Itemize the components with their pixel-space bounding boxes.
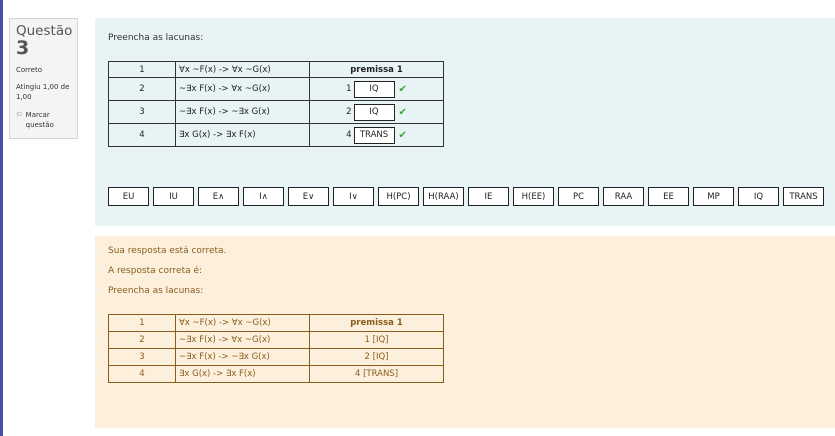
line-number: 3 — [108, 348, 176, 366]
flag-label[interactable]: Marcar questão — [26, 110, 71, 130]
correct-message: Sua resposta está correta. — [108, 246, 227, 256]
question-grade: Atingiu 1,00 de 1,00 — [16, 83, 70, 101]
justification: 2 IQ ✔ — [309, 100, 444, 124]
justification: 1 IQ ✔ — [309, 77, 444, 101]
justification: 4 TRANS ✔ — [309, 123, 444, 147]
right-answer-label: A resposta correta é: — [108, 266, 203, 276]
formula: ~∃x F(x) -> ∀x ~G(x) — [175, 77, 310, 101]
choice-chip[interactable]: E∧ — [198, 187, 239, 206]
choice-chips: EU IU E∧ I∧ E∨ I∨ H(PC) H(RAA) IE H(EE) … — [108, 187, 828, 206]
flag-question-link[interactable]: ⚐ Marcar questão — [16, 110, 71, 130]
reference-number: 1 — [346, 84, 352, 94]
choice-chip[interactable]: E∨ — [288, 187, 329, 206]
choice-chip[interactable]: H(RAA) — [423, 187, 464, 206]
line-number: 2 — [108, 77, 176, 101]
reference-number: 2 — [346, 107, 352, 117]
choice-chip[interactable]: RAA — [603, 187, 644, 206]
justification: premissa 1 — [309, 61, 444, 78]
choice-chip[interactable]: I∨ — [333, 187, 374, 206]
check-icon: ✔ — [398, 129, 407, 141]
table-row: 3 ~∃x F(x) -> ~∃x G(x) 2 IQ ✔ — [108, 100, 444, 124]
reference-number: 4 — [346, 130, 352, 140]
table-row: 2 ~∃x F(x) -> ∀x ~G(x) 1 [IQ] — [108, 331, 444, 349]
formula: ~∃x F(x) -> ~∃x G(x) — [175, 100, 310, 124]
formula: ~∃x F(x) -> ~∃x G(x) — [175, 348, 310, 366]
table-row: 4 ∃x G(x) -> ∃x F(x) 4 [TRANS] — [108, 365, 444, 383]
feedback-prompt: Preencha as lacunas: — [108, 286, 204, 296]
table-row: 3 ~∃x F(x) -> ~∃x G(x) 2 [IQ] — [108, 348, 444, 366]
line-number: 3 — [108, 100, 176, 124]
feedback-area: Sua resposta está correta. A resposta co… — [95, 236, 835, 428]
line-number: 1 — [108, 61, 176, 78]
choice-chip[interactable]: IU — [153, 187, 194, 206]
formula: ∀x ~F(x) -> ∀x ~G(x) — [175, 314, 310, 332]
choice-chip[interactable]: EU — [108, 187, 149, 206]
left-accent-bar — [0, 0, 3, 436]
table-row: 4 ∃x G(x) -> ∃x F(x) 4 TRANS ✔ — [108, 123, 444, 147]
choice-chip[interactable]: EE — [648, 187, 689, 206]
formula: ~∃x F(x) -> ∀x ~G(x) — [175, 331, 310, 349]
justification: premissa 1 — [309, 314, 444, 332]
formula: ∃x G(x) -> ∃x F(x) — [175, 365, 310, 383]
table-row: 1 ∀x ~F(x) -> ∀x ~G(x) premissa 1 — [108, 314, 444, 332]
question-info-box: Questão 3 Correto Atingiu 1,00 de 1,00 ⚐… — [9, 18, 78, 139]
table-row: 2 ~∃x F(x) -> ∀x ~G(x) 1 IQ ✔ — [108, 77, 444, 101]
drop-zone[interactable]: IQ — [353, 80, 395, 98]
question-state: Correto — [16, 66, 42, 74]
line-number: 4 — [108, 365, 176, 383]
proof-table: 1 ∀x ~F(x) -> ∀x ~G(x) premissa 1 2 ~∃x … — [108, 61, 444, 147]
line-number: 4 — [108, 123, 176, 147]
choice-chip[interactable]: IE — [468, 187, 509, 206]
choice-chip[interactable]: H(PC) — [378, 187, 419, 206]
line-number: 1 — [108, 314, 176, 332]
drop-zone[interactable]: IQ — [353, 103, 395, 121]
table-row: 1 ∀x ~F(x) -> ∀x ~G(x) premissa 1 — [108, 61, 444, 78]
justification: 1 [IQ] — [309, 331, 444, 349]
drop-zone[interactable]: TRANS — [353, 126, 395, 144]
choice-chip[interactable]: PC — [558, 187, 599, 206]
formula: ∀x ~F(x) -> ∀x ~G(x) — [175, 61, 310, 78]
question-number: 3 — [16, 37, 30, 59]
flag-icon[interactable]: ⚐ — [16, 110, 23, 130]
justification: 4 [TRANS] — [309, 365, 444, 383]
choice-chip[interactable]: IQ — [738, 187, 779, 206]
question-area: Preencha as lacunas: 1 ∀x ~F(x) -> ∀x ~G… — [95, 18, 835, 226]
line-number: 2 — [108, 331, 176, 349]
formula: ∃x G(x) -> ∃x F(x) — [175, 123, 310, 147]
choice-chip[interactable]: H(EE) — [513, 187, 554, 206]
choice-chip[interactable]: MP — [693, 187, 734, 206]
answer-table: 1 ∀x ~F(x) -> ∀x ~G(x) premissa 1 2 ~∃x … — [108, 314, 444, 383]
question-prompt: Preencha as lacunas: — [108, 33, 204, 43]
choice-chip[interactable]: I∧ — [243, 187, 284, 206]
check-icon: ✔ — [398, 83, 407, 95]
check-icon: ✔ — [398, 106, 407, 118]
choice-chip[interactable]: TRANS — [783, 187, 824, 206]
justification: 2 [IQ] — [309, 348, 444, 366]
